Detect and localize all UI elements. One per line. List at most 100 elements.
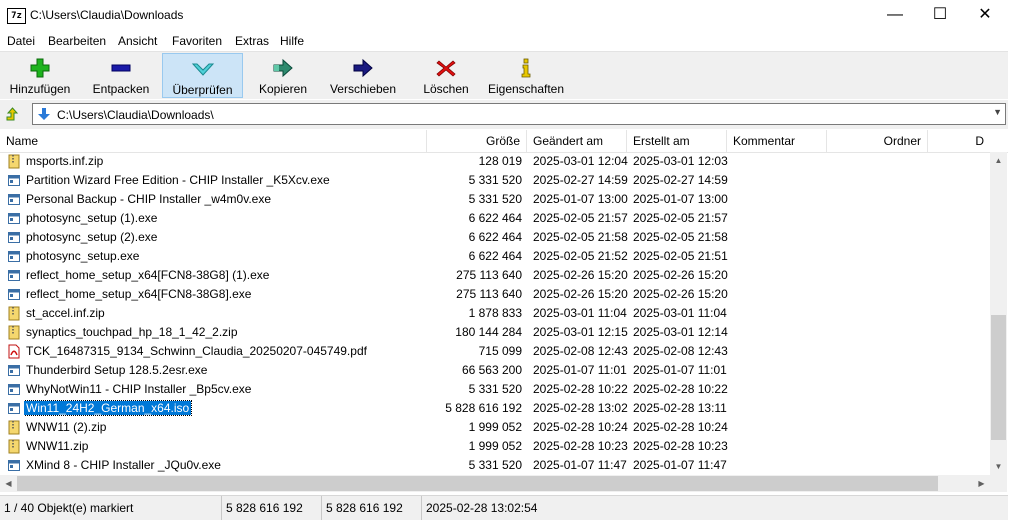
file-created: 2025-02-28 10:22 [633,382,728,396]
menu-bearbeiten[interactable]: Bearbeiten [48,34,106,48]
file-row[interactable]: TCK_16487315_9134_Schwinn_Claudia_202502… [0,342,990,361]
menu-ansicht[interactable]: Ansicht [118,34,157,48]
file-row[interactable]: st_accel.inf.zip 1 878 833 2025-03-01 11:0… [0,304,990,323]
file-created: 2025-02-05 21:58 [633,230,728,244]
close-button[interactable]: ✕ [962,0,1008,30]
column-modified[interactable]: Geändert am [527,130,627,152]
chevron-down-icon[interactable]: ▼ [993,107,1002,117]
file-created: 2025-02-26 15:20 [633,268,728,282]
file-modified: 2025-01-07 13:00 [533,192,628,206]
scroll-right-icon[interactable]: ▶ [973,475,990,492]
file-created: 2025-02-26 15:20 [633,287,728,301]
file-created: 2025-03-01 12:14 [633,325,728,339]
app-icon: 7z [7,8,26,24]
add-button[interactable]: Hinzufügen [4,53,76,98]
test-label: Überprüfen [172,83,233,97]
column-created[interactable]: Erstellt am [627,130,727,152]
folder-up-icon[interactable] [5,106,21,122]
arrow-down-icon [38,108,50,120]
file-created: 2025-02-27 14:59 [633,173,728,187]
status-size: 5 828 616 192 [222,496,322,520]
menu-favoriten[interactable]: Favoriten [172,34,222,48]
file-modified: 2025-03-01 11:04 [533,306,627,320]
delete-label: Löschen [423,82,469,96]
file-row[interactable]: reflect_home_setup_x64[FCN8-38G8] (1).ex… [0,266,990,285]
properties-button[interactable]: Eigenschaften [487,53,565,98]
status-selection: 1 / 40 Objekt(e) markiert [0,496,222,520]
address-input[interactable]: C:\Users\Claudia\Downloads\ ▼ [32,103,1006,125]
file-size: 5 828 616 192 [445,401,522,415]
zip-file-icon [8,306,20,321]
file-size: 715 099 [478,344,522,358]
exe-file-icon [8,365,20,376]
file-name: msports.inf.zip [26,154,104,168]
scroll-up-icon[interactable]: ▲ [990,152,1007,169]
scroll-left-icon[interactable]: ◀ [0,475,17,492]
file-row[interactable]: photosync_setup.exe 6 622 464 2025-02-05 2… [0,247,990,266]
maximize-button[interactable]: ☐ [917,0,963,30]
add-icon [30,58,50,78]
file-name: photosync_setup (2).exe [26,230,158,244]
vertical-scrollbar[interactable]: ▲ ▼ [990,152,1007,475]
file-modified: 2025-02-05 21:58 [533,230,628,244]
copy-icon [273,58,293,78]
menu-extras[interactable]: Extras [235,34,269,48]
file-created: 2025-02-08 12:43 [633,344,728,358]
file-size: 5 331 520 [468,458,522,472]
file-row[interactable]: WhyNotWin11 - CHIP Installer _Bp5cv.exe 5… [0,380,990,399]
file-name: Partition Wizard Free Edition - CHIP Ins… [26,173,330,187]
menu-datei[interactable]: Datei [7,34,35,48]
file-row[interactable]: Win11_24H2_German_x64.iso 5 828 616 192 20… [0,399,990,418]
copy-button[interactable]: Kopieren [250,53,316,98]
column-folder[interactable]: Ordner [827,130,928,152]
file-row[interactable]: Partition Wizard Free Edition - CHIP Ins… [0,171,990,190]
horizontal-scrollbar[interactable]: ◀ ▶ [0,475,990,492]
extract-label: Entpacken [92,82,150,96]
file-created: 2025-01-07 11:47 [633,458,727,472]
file-row[interactable]: WNW11 (2).zip 1 999 052 2025-02-28 10:24 20… [0,418,990,437]
file-created: 2025-02-28 10:24 [633,420,728,434]
file-size: 6 622 464 [468,249,522,263]
file-row[interactable]: Personal Backup - CHIP Installer _w4m0v.… [0,190,990,209]
file-name: WNW11.zip [26,439,89,453]
extract-button[interactable]: Entpacken [85,53,157,98]
file-row[interactable]: photosync_setup (2).exe 6 622 464 2025-02-… [0,228,990,247]
scroll-down-icon[interactable]: ▼ [990,458,1007,475]
file-name: WhyNotWin11 - CHIP Installer _Bp5cv.exe [26,382,252,396]
file-row[interactable]: WNW11.zip 1 999 052 2025-02-28 10:23 2025-0… [0,437,990,456]
file-row[interactable]: msports.inf.zip 128 019 2025-03-01 12:04 20… [0,152,990,171]
file-modified: 2025-03-01 12:15 [533,325,628,339]
file-row[interactable]: Thunderbird Setup 128.5.2esr.exe 66 563 2… [0,361,990,380]
exe-file-icon [8,232,20,243]
toolbar: Hinzufügen Entpacken Überprüfen Kopieren… [0,51,1008,99]
file-row[interactable]: reflect_home_setup_x64[FCN8-38G8].exe 275… [0,285,990,304]
menu-hilfe[interactable]: Hilfe [280,34,304,48]
column-comment[interactable]: Kommentar [727,130,827,152]
vertical-scroll-thumb[interactable] [991,315,1006,440]
file-modified: 2025-02-08 12:43 [533,344,628,358]
test-button[interactable]: Überprüfen [162,53,243,98]
column-d[interactable]: D [928,130,990,152]
file-name: WNW11 (2).zip [26,420,107,434]
file-row[interactable]: photosync_setup (1).exe 6 622 464 2025-02-… [0,209,990,228]
file-row[interactable]: synaptics_touchpad_hp_18_1_42_2.zip 180 1… [0,323,990,342]
horizontal-scroll-thumb[interactable] [17,476,938,491]
file-size: 5 331 520 [468,173,522,187]
file-row[interactable]: XMind 8 - CHIP Installer _JQu0v.exe 5 331… [0,456,990,475]
exe-file-icon [8,270,20,281]
exe-file-icon [8,175,20,186]
exe-file-icon [8,213,20,224]
column-size[interactable]: Größe [427,130,527,152]
file-modified: 2025-02-28 13:02 [533,401,628,415]
minimize-button[interactable]: — [872,0,918,30]
menu-bar: Datei Bearbeiten Ansicht Favoriten Extra… [0,32,1008,51]
column-name[interactable]: Name [0,130,427,152]
exe-file-icon [8,289,20,300]
delete-button[interactable]: Löschen [418,53,474,98]
exe-file-icon [8,251,20,262]
file-size: 6 622 464 [468,230,522,244]
move-button[interactable]: Verschieben [327,53,399,98]
file-modified: 2025-01-07 11:01 [533,363,627,377]
iso-file-icon [8,403,20,414]
file-name: photosync_setup (1).exe [26,211,158,225]
